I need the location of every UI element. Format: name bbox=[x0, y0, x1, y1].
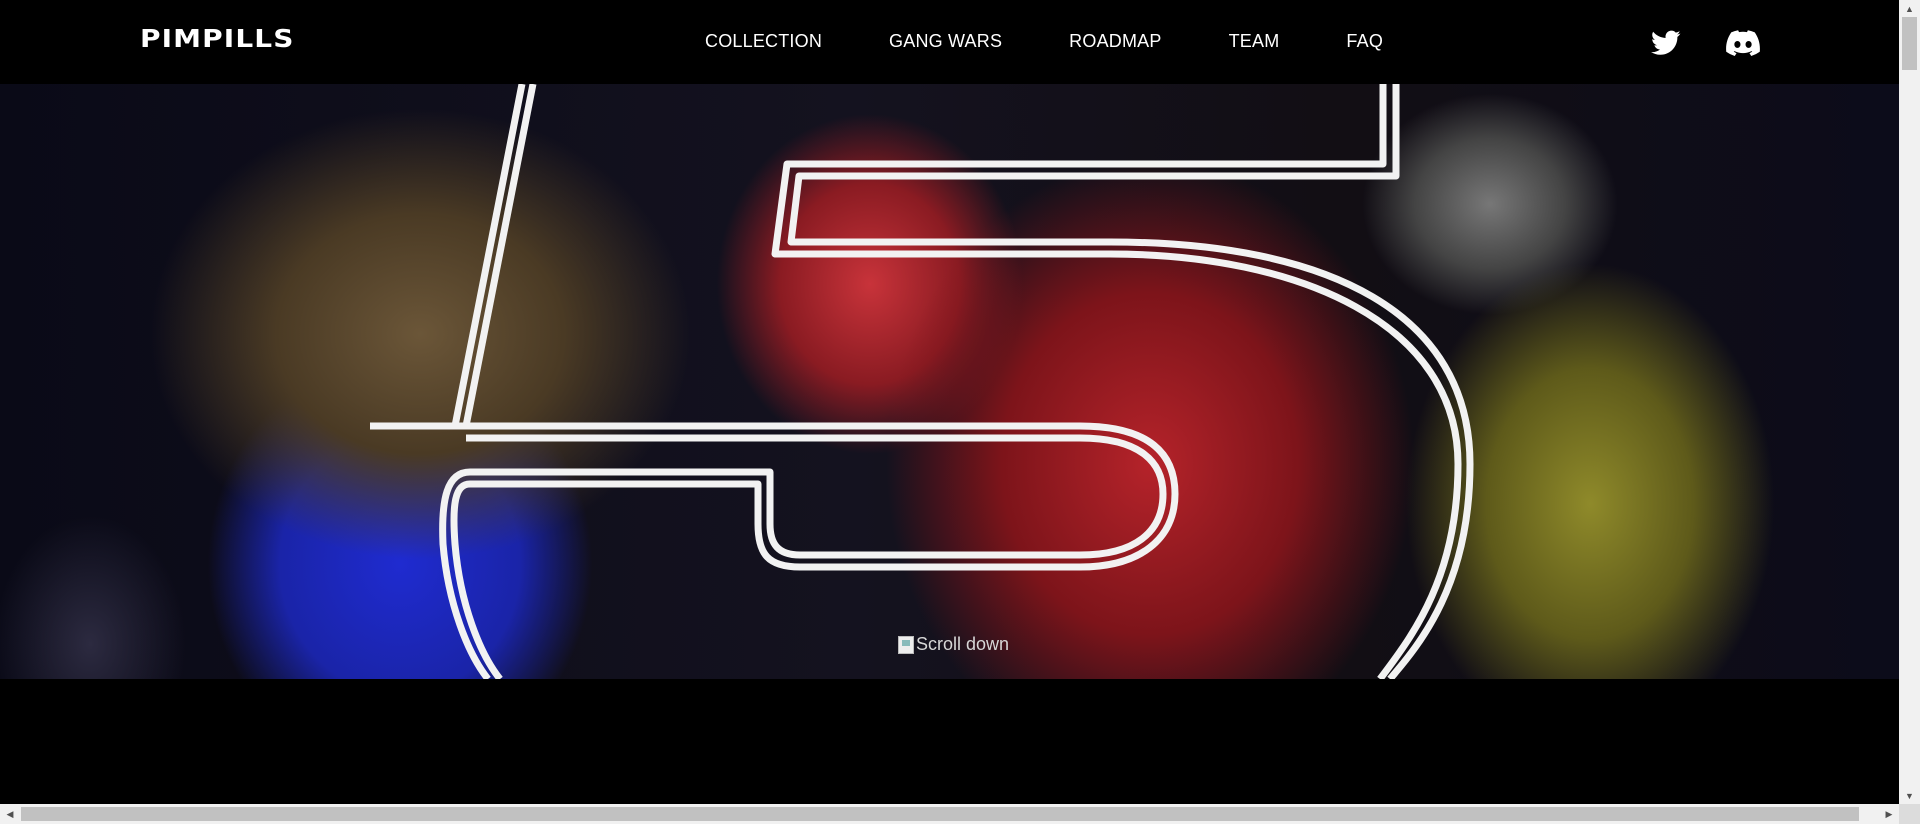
scroll-down-alt-text: Scroll down bbox=[916, 634, 1010, 654]
hero-banner: Scroll down bbox=[0, 84, 1899, 679]
scroll-right-arrow-icon[interactable]: ▶ bbox=[1879, 804, 1899, 824]
discord-icon bbox=[1726, 30, 1760, 56]
scroll-down-image[interactable]: Scroll down bbox=[898, 634, 1009, 655]
broken-image-icon bbox=[898, 635, 914, 654]
main-nav: COLLECTION GANG WARS ROADMAP TEAM FAQ bbox=[705, 31, 1383, 52]
site-header: PIMPILLS COLLECTION GANG WARS ROADMAP TE… bbox=[0, 0, 1899, 84]
twitter-icon bbox=[1651, 30, 1681, 55]
vertical-scrollbar[interactable]: ▲ ▼ bbox=[1899, 0, 1920, 804]
countdown-digit-outline bbox=[370, 84, 1474, 679]
page-viewport: PIMPILLS COLLECTION GANG WARS ROADMAP TE… bbox=[0, 0, 1899, 804]
scroll-down-arrow-icon[interactable]: ▼ bbox=[1899, 787, 1920, 804]
discord-link[interactable] bbox=[1725, 27, 1761, 59]
horizontal-scrollbar-thumb[interactable] bbox=[21, 807, 1859, 821]
nav-link-faq[interactable]: FAQ bbox=[1346, 31, 1383, 52]
nav-link-team[interactable]: TEAM bbox=[1229, 31, 1280, 52]
horizontal-scrollbar[interactable]: ◀ ▶ bbox=[0, 804, 1899, 824]
vertical-scrollbar-thumb[interactable] bbox=[1902, 17, 1917, 70]
scrollbar-corner bbox=[1899, 804, 1920, 824]
scroll-up-arrow-icon[interactable]: ▲ bbox=[1899, 0, 1920, 17]
nav-link-collection[interactable]: COLLECTION bbox=[705, 31, 822, 52]
nav-link-gang-wars[interactable]: GANG WARS bbox=[889, 31, 1002, 52]
scroll-left-arrow-icon[interactable]: ◀ bbox=[0, 804, 20, 824]
site-logo[interactable]: PIMPILLS bbox=[140, 24, 295, 53]
nav-link-roadmap[interactable]: ROADMAP bbox=[1069, 31, 1161, 52]
twitter-link[interactable] bbox=[1648, 27, 1684, 59]
